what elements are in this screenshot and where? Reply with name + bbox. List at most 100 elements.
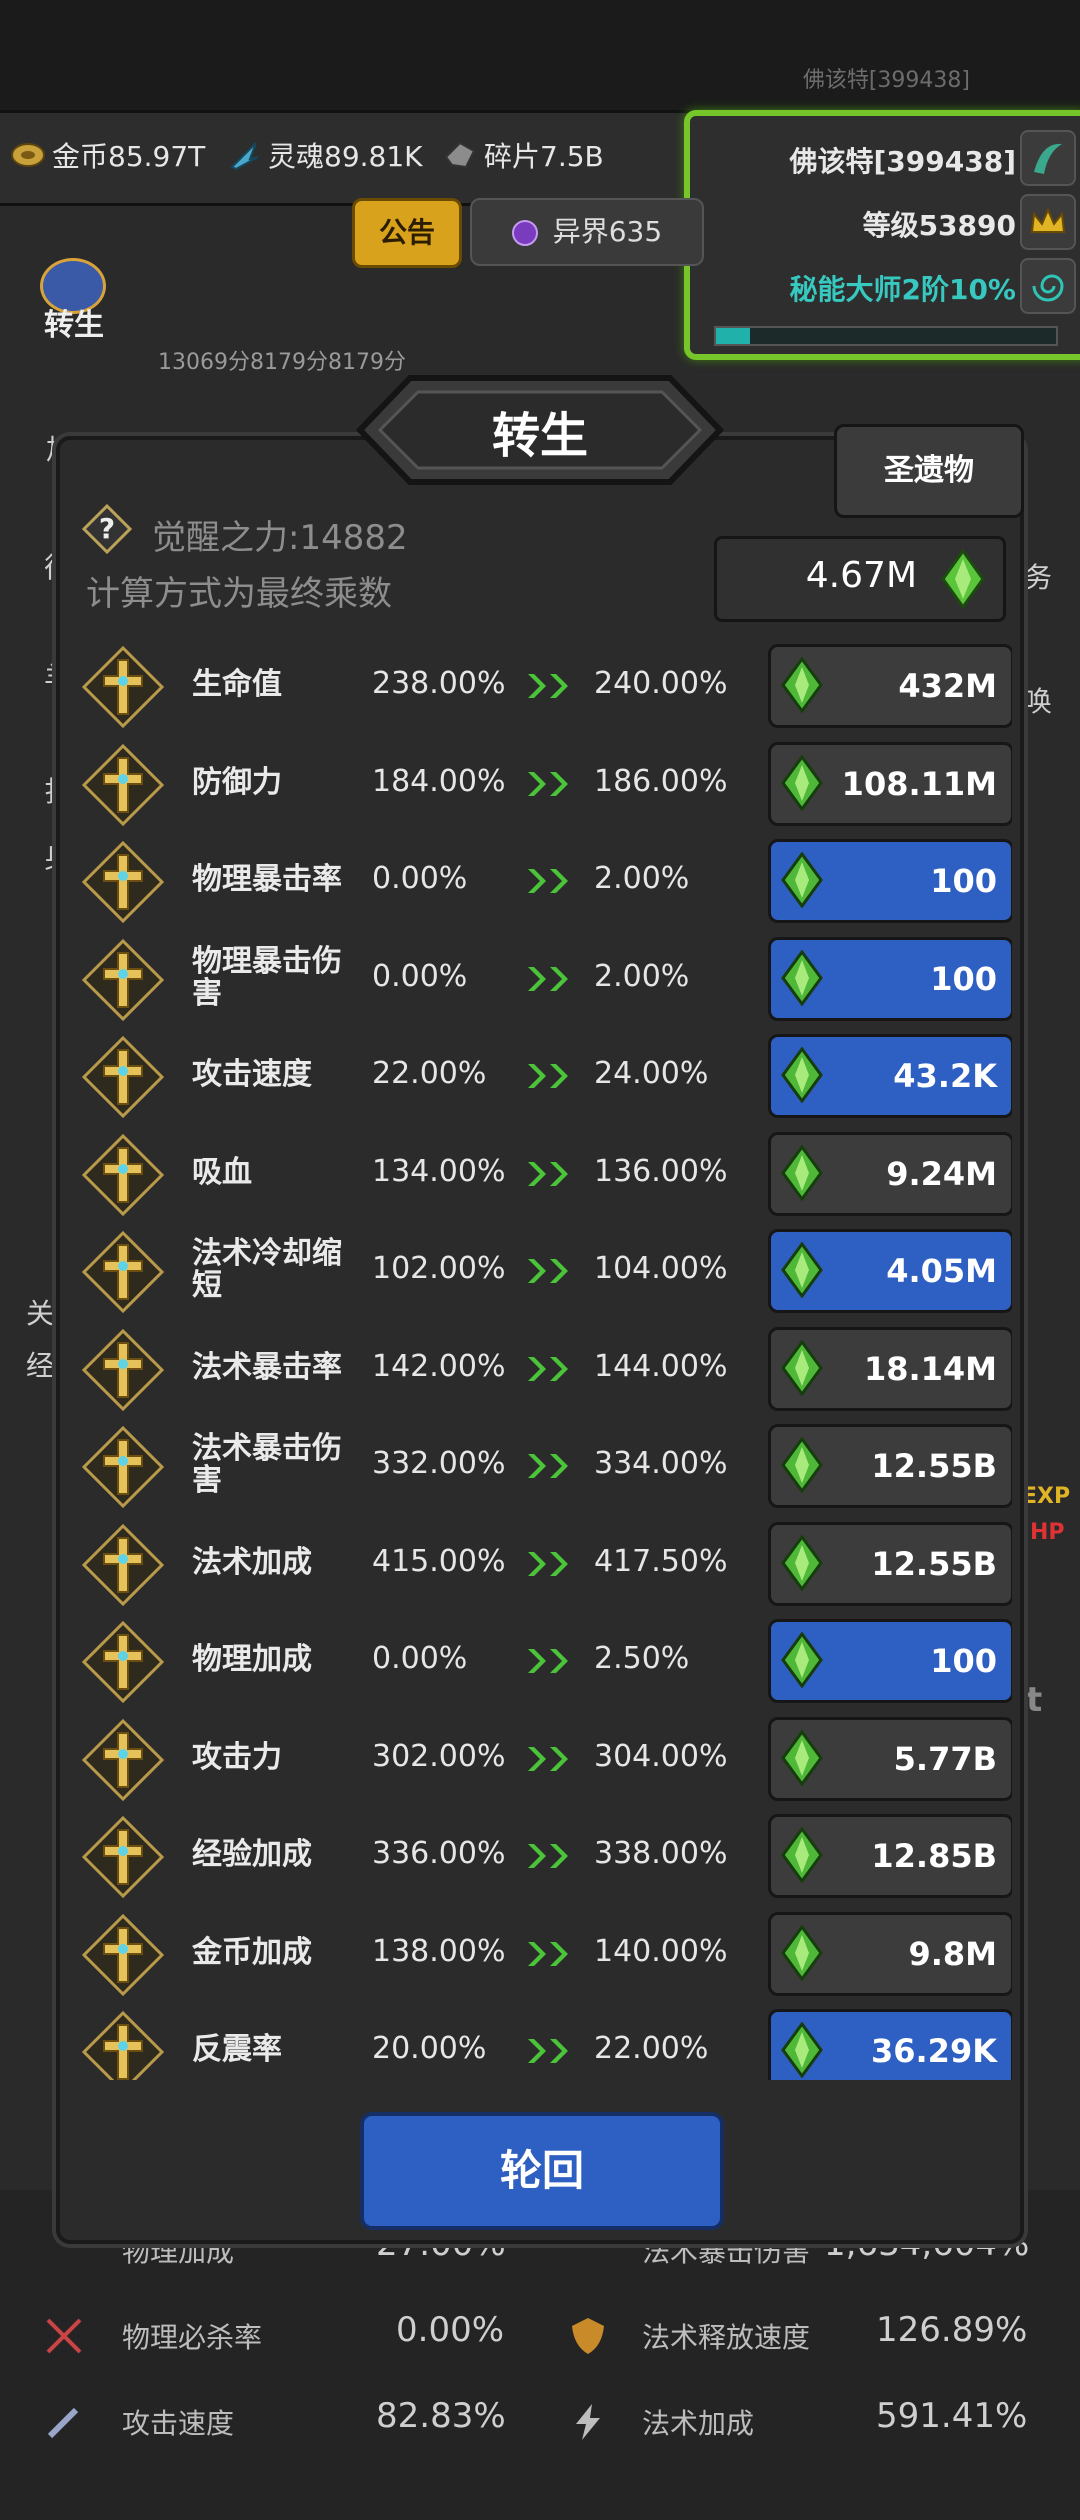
stat-name: 攻击力 bbox=[192, 1739, 282, 1775]
stat-next-value: 22.00% bbox=[594, 2031, 709, 2066]
upgrade-cost-button[interactable]: 9.8M bbox=[768, 1911, 1012, 1996]
stat-next-value: 2.50% bbox=[594, 1641, 690, 1676]
upgrade-cost-button[interactable]: 9.24M bbox=[768, 1131, 1012, 1216]
stat-row: 物理加成 0.00% 2.50% 100 bbox=[76, 1615, 1012, 1705]
holy-cross-icon bbox=[81, 1035, 165, 1119]
stat-name: 经验加成 bbox=[192, 1837, 312, 1872]
stat-row: 经验加成 336.00% 338.00% 12.85B bbox=[76, 1810, 1012, 1900]
player-level: 等级53890 bbox=[862, 209, 1016, 242]
green-crystal-icon bbox=[779, 1241, 825, 1299]
stat-next-value: 140.00% bbox=[594, 1933, 728, 1969]
stat-next-value: 24.00% bbox=[594, 1056, 709, 1091]
upgrade-cost-value: 12.85B bbox=[871, 1837, 997, 1875]
stat-current-value: 184.00% bbox=[372, 763, 506, 799]
sword-icon bbox=[47, 2407, 79, 2439]
upgrade-cost-button[interactable]: 36.29K bbox=[768, 2009, 1012, 2080]
green-crystal-icon bbox=[779, 1923, 825, 1982]
top-player-label: 佛该特[399438] bbox=[802, 68, 970, 93]
stat-name: 防御力 bbox=[192, 764, 282, 800]
double-arrow-icon bbox=[526, 1550, 578, 1578]
spiral-icon bbox=[1020, 258, 1076, 314]
green-crystal-icon bbox=[779, 1436, 825, 1494]
upgrade-cost-button[interactable]: 432M bbox=[768, 644, 1012, 728]
otherworld-button[interactable]: 异界635 bbox=[470, 198, 704, 266]
stat-name: 吸血 bbox=[192, 1154, 252, 1190]
player-panel[interactable]: 佛该特[399438] 等级53890 秘能大师2阶10% bbox=[684, 110, 1080, 360]
gold-resource[interactable]: 金币85.97T bbox=[10, 135, 205, 175]
soul-amount: 灵魂89.81K bbox=[268, 140, 423, 173]
side-menu-fragment[interactable]: 经 bbox=[26, 1344, 54, 1384]
green-crystal-icon bbox=[779, 851, 825, 909]
help-icon[interactable]: ? bbox=[82, 504, 132, 554]
green-crystal-icon bbox=[779, 1338, 825, 1397]
upgrade-cost-button[interactable]: 4.05M bbox=[768, 1229, 1012, 1313]
stat-next-value: 417.50% bbox=[594, 1543, 728, 1579]
soul-resource[interactable]: 灵魂89.81K bbox=[226, 135, 423, 175]
green-crystal-icon bbox=[779, 948, 825, 1007]
stat-next-value: 304.00% bbox=[594, 1738, 728, 1774]
upgrade-cost-value: 12.55B bbox=[871, 1544, 997, 1583]
stat-row: 法术冷却缩短 102.00% 104.00% 4.05M bbox=[76, 1225, 1012, 1315]
stat-next-value: 186.00% bbox=[594, 763, 728, 799]
upgrade-cost-button[interactable]: 100 bbox=[768, 936, 1012, 1021]
side-menu-fragment[interactable]: 关 bbox=[26, 1292, 54, 1332]
cycle-button[interactable]: 轮回 bbox=[360, 2112, 724, 2230]
holy-cross-icon bbox=[81, 1425, 165, 1509]
holy-cross-icon bbox=[81, 743, 165, 826]
side-menu-fragment[interactable]: 唤 bbox=[1024, 680, 1052, 720]
green-crystal-icon bbox=[941, 549, 985, 609]
stat-name: 法术暴击率 bbox=[192, 1349, 342, 1385]
stat-next-value: 2.00% bbox=[594, 861, 690, 896]
relic-button[interactable]: 圣遗物 bbox=[834, 424, 1024, 518]
double-arrow-icon bbox=[526, 1160, 578, 1188]
upgrade-cost-button[interactable]: 100 bbox=[768, 839, 1012, 923]
upgrade-cost-button[interactable]: 12.55B bbox=[768, 1424, 1012, 1508]
bg-stat-label: 物理必杀率 bbox=[122, 2321, 263, 2354]
upgrade-cost-value: 100 bbox=[930, 862, 997, 900]
double-arrow-icon bbox=[526, 965, 578, 993]
stat-row: 防御力 184.00% 186.00% 108.11M bbox=[76, 738, 1012, 828]
bg-stat-value: 591.41% bbox=[876, 2396, 1028, 2436]
holy-cross-icon bbox=[81, 645, 165, 729]
holy-cross-icon bbox=[81, 1913, 165, 1996]
stat-row: 生命值 238.00% 240.00% 432M bbox=[76, 640, 1012, 730]
upgrade-cost-button[interactable]: 5.77B bbox=[768, 1716, 1012, 1801]
upgrade-cost-value: 43.2K bbox=[893, 1057, 997, 1095]
upgrade-cost-button[interactable]: 12.55B bbox=[768, 1521, 1012, 1606]
bg-stat-label: 攻击速度 bbox=[122, 2407, 235, 2440]
upgrade-cost-button[interactable]: 18.14M bbox=[768, 1326, 1012, 1411]
upgrade-cost-value: 108.11M bbox=[841, 764, 997, 803]
stat-row: 物理暴击伤害 0.00% 2.00% 100 bbox=[76, 933, 1012, 1023]
double-arrow-icon bbox=[526, 1842, 578, 1870]
stat-row: 金币加成 138.00% 140.00% 9.8M bbox=[76, 1908, 1012, 1998]
rank-progress-fill bbox=[716, 328, 750, 344]
rebirth-shortcut-label[interactable]: 转生 bbox=[44, 300, 104, 344]
stat-current-value: 22.00% bbox=[372, 1056, 487, 1091]
double-arrow-icon bbox=[526, 1452, 578, 1480]
holy-cross-icon bbox=[81, 1815, 165, 1899]
upgrade-cost-value: 100 bbox=[930, 959, 997, 998]
class-emblem-icon bbox=[1020, 130, 1076, 186]
bg-stat-value: 0.00% bbox=[396, 2310, 505, 2350]
upgrade-cost-button[interactable]: 12.85B bbox=[768, 1814, 1012, 1898]
green-crystal-icon bbox=[779, 1046, 825, 1104]
rebirth-stats-list[interactable]: 生命值 238.00% 240.00% 432M 防御力 184.00% 186.00% 10… bbox=[76, 640, 1012, 2080]
shard-resource[interactable]: 碎片7.5B bbox=[442, 135, 604, 175]
green-crystal-icon bbox=[779, 1533, 825, 1592]
holy-cross-icon bbox=[81, 938, 165, 1021]
rank-progress-bar bbox=[714, 326, 1058, 346]
upgrade-cost-button[interactable]: 108.11M bbox=[768, 741, 1012, 826]
upgrade-cost-button[interactable]: 100 bbox=[768, 1619, 1012, 1703]
awaken-power: 觉醒之力:14882 bbox=[152, 518, 408, 558]
double-arrow-icon bbox=[526, 1940, 578, 1968]
stat-current-value: 238.00% bbox=[372, 666, 506, 701]
stat-current-value: 20.00% bbox=[372, 2031, 487, 2066]
upgrade-cost-button[interactable]: 43.2K bbox=[768, 1034, 1012, 1118]
exp-tag: EXP bbox=[1022, 1484, 1071, 1509]
stat-name: 物理加成 bbox=[192, 1642, 312, 1677]
notice-button[interactable]: 公告 bbox=[352, 198, 462, 268]
upgrade-cost-value: 5.77B bbox=[893, 1739, 997, 1778]
stat-name: 反震率 bbox=[192, 2032, 282, 2067]
stat-current-value: 0.00% bbox=[372, 958, 468, 994]
side-menu-fragment[interactable]: 务 bbox=[1024, 556, 1052, 596]
